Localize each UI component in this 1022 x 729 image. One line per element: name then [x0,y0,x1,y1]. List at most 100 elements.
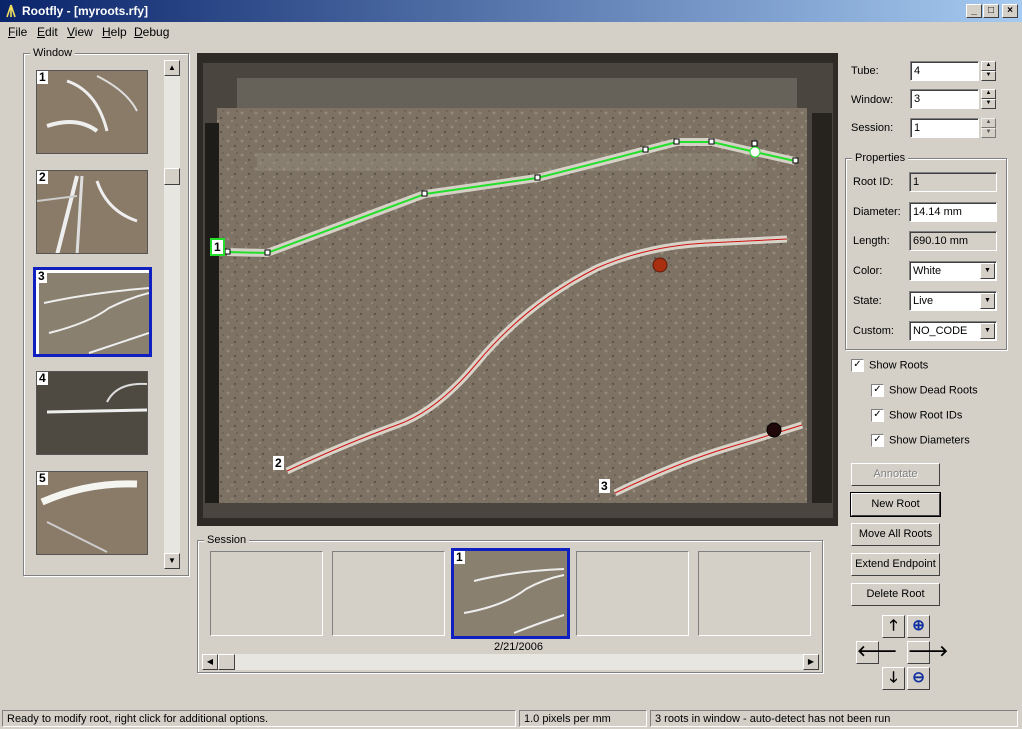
window-scrollbar[interactable]: ▲ ▼ [164,60,180,569]
zoom-out-icon[interactable]: ⊖ [907,667,930,690]
menu-edit[interactable]: Edit [37,25,58,39]
session-frame-1[interactable] [210,551,323,636]
root-id-label: Root ID: [853,176,894,188]
root-id-field: 1 [909,172,997,192]
tube-input[interactable]: 4 [910,61,979,81]
session-scrollbar[interactable]: ◀ ▶ [202,654,819,670]
custom-label: Custom: [853,325,894,337]
thumbnail-image [37,71,147,153]
thumbnail-number: 3 [36,269,47,283]
annotate-button[interactable]: Annotate [851,463,940,486]
session-spinner[interactable]: ▲ ▼ [981,118,996,138]
new-root-button[interactable]: New Root [850,492,941,517]
state-select[interactable]: Live ▼ [909,291,997,311]
checkmark-icon[interactable]: ✓ [871,409,884,422]
scroll-down-button[interactable]: ▼ [164,553,180,569]
menu-help[interactable]: Help [102,25,127,39]
title-bar[interactable]: Rootfly - [myroots.rfy] _ □ × [0,0,1022,22]
show-diameters-label: Show Diameters [889,434,970,447]
menu-debug[interactable]: Debug [134,25,169,39]
thumbnail-image [37,171,147,253]
window-thumbnail-2[interactable]: 2 [36,170,148,254]
spin-up-icon[interactable]: ▲ [981,61,996,71]
arrow-down-icon[interactable]: 🡓 [882,667,905,690]
root-id-label-1[interactable]: 1 [210,238,225,256]
thumbnail-number: 5 [37,471,48,485]
properties-legend: Properties [852,152,909,164]
color-select[interactable]: White ▼ [909,261,997,281]
custom-select[interactable]: NO_CODE ▼ [909,321,997,341]
app-icon [6,4,16,18]
window-label: Window: [851,94,894,106]
session-scroll-thumb[interactable] [218,654,235,670]
window-spinner[interactable]: ▲ ▼ [981,89,996,109]
show-root-ids-checkbox[interactable]: ✓ Show Root IDs [871,409,962,422]
thumbnail-image [39,273,149,354]
diameter-input[interactable]: 14.14 mm [909,202,997,222]
session-frame-number: 1 [454,550,465,564]
window-thumbnail-3[interactable]: 3 [33,267,152,357]
maximize-button[interactable]: □ [983,4,999,18]
session-thumbnail-image [454,551,567,636]
session-frame-4[interactable] [576,551,689,636]
scroll-left-button[interactable]: ◀ [202,654,218,670]
thumbnail-number: 2 [37,170,48,184]
checkmark-icon[interactable]: ✓ [871,434,884,447]
zoom-in-icon[interactable]: ⊕ [907,615,930,638]
session-frame-3[interactable]: 1 [451,548,570,639]
spin-up-icon[interactable]: ▲ [981,118,996,128]
status-bar: Ready to modify root, right click for ad… [0,708,1022,729]
custom-select-value: NO_CODE [913,325,968,337]
session-frame-5[interactable] [698,551,811,636]
state-select-value: Live [913,295,934,307]
window-thumbnail-5[interactable]: 5 [36,471,148,555]
status-message: Ready to modify root, right click for ad… [2,710,516,727]
arrow-right-icon[interactable]: 🡒 [907,641,948,664]
chevron-down-icon[interactable]: ▼ [980,323,995,339]
delete-root-button[interactable]: Delete Root [851,583,940,606]
show-roots-label: Show Roots [869,359,929,372]
session-frame-2[interactable] [332,551,445,636]
arrow-left-icon[interactable]: 🡐 [856,641,897,664]
root-id-label-2[interactable]: 2 [273,456,284,470]
diameter-label: Diameter: [853,206,901,218]
move-all-roots-button[interactable]: Move All Roots [851,523,940,546]
thumbnail-image [37,372,147,454]
extend-endpoint-button[interactable]: Extend Endpoint [851,553,940,576]
menu-view[interactable]: View [67,25,93,39]
window-title: Rootfly - [myroots.rfy] [22,4,148,18]
window-thumbnail-4[interactable]: 4 [36,371,148,455]
chevron-down-icon[interactable]: ▼ [980,263,995,279]
spin-down-icon[interactable]: ▼ [981,99,996,109]
close-button[interactable]: × [1002,4,1018,18]
root-id-label-3[interactable]: 3 [599,479,610,493]
session-input[interactable]: 1 [910,118,979,138]
checkmark-icon[interactable]: ✓ [851,359,864,372]
arrow-up-icon[interactable]: 🡑 [882,615,905,638]
tube-spinner[interactable]: ▲ ▼ [981,61,996,81]
minimize-button[interactable]: _ [966,4,982,18]
status-scale: 1.0 pixels per mm [519,710,647,727]
window-thumbnail-1[interactable]: 1 [36,70,148,154]
scroll-up-button[interactable]: ▲ [164,60,180,76]
menu-file[interactable]: File [8,25,27,39]
length-field: 690.10 mm [909,231,997,251]
menu-bar: File Edit View Help Debug [0,22,1022,42]
length-label: Length: [853,235,890,247]
image-view[interactable]: 1 2 3 [197,53,838,526]
session-label: Session: [851,122,894,134]
scroll-thumb[interactable] [164,168,180,185]
window-input[interactable]: 3 [910,89,979,109]
scroll-right-button[interactable]: ▶ [803,654,819,670]
chevron-down-icon[interactable]: ▼ [980,293,995,309]
thumbnail-number: 4 [37,371,48,385]
thumbnail-image [37,472,147,554]
show-diameters-checkbox[interactable]: ✓ Show Diameters [871,434,970,447]
show-roots-checkbox[interactable]: ✓ Show Roots [851,359,928,372]
minirhizotron-image[interactable] [197,53,838,526]
checkmark-icon[interactable]: ✓ [871,384,884,397]
spin-down-icon[interactable]: ▼ [981,128,996,138]
spin-up-icon[interactable]: ▲ [981,89,996,99]
spin-down-icon[interactable]: ▼ [981,71,996,81]
show-dead-roots-checkbox[interactable]: ✓ Show Dead Roots [871,384,978,397]
